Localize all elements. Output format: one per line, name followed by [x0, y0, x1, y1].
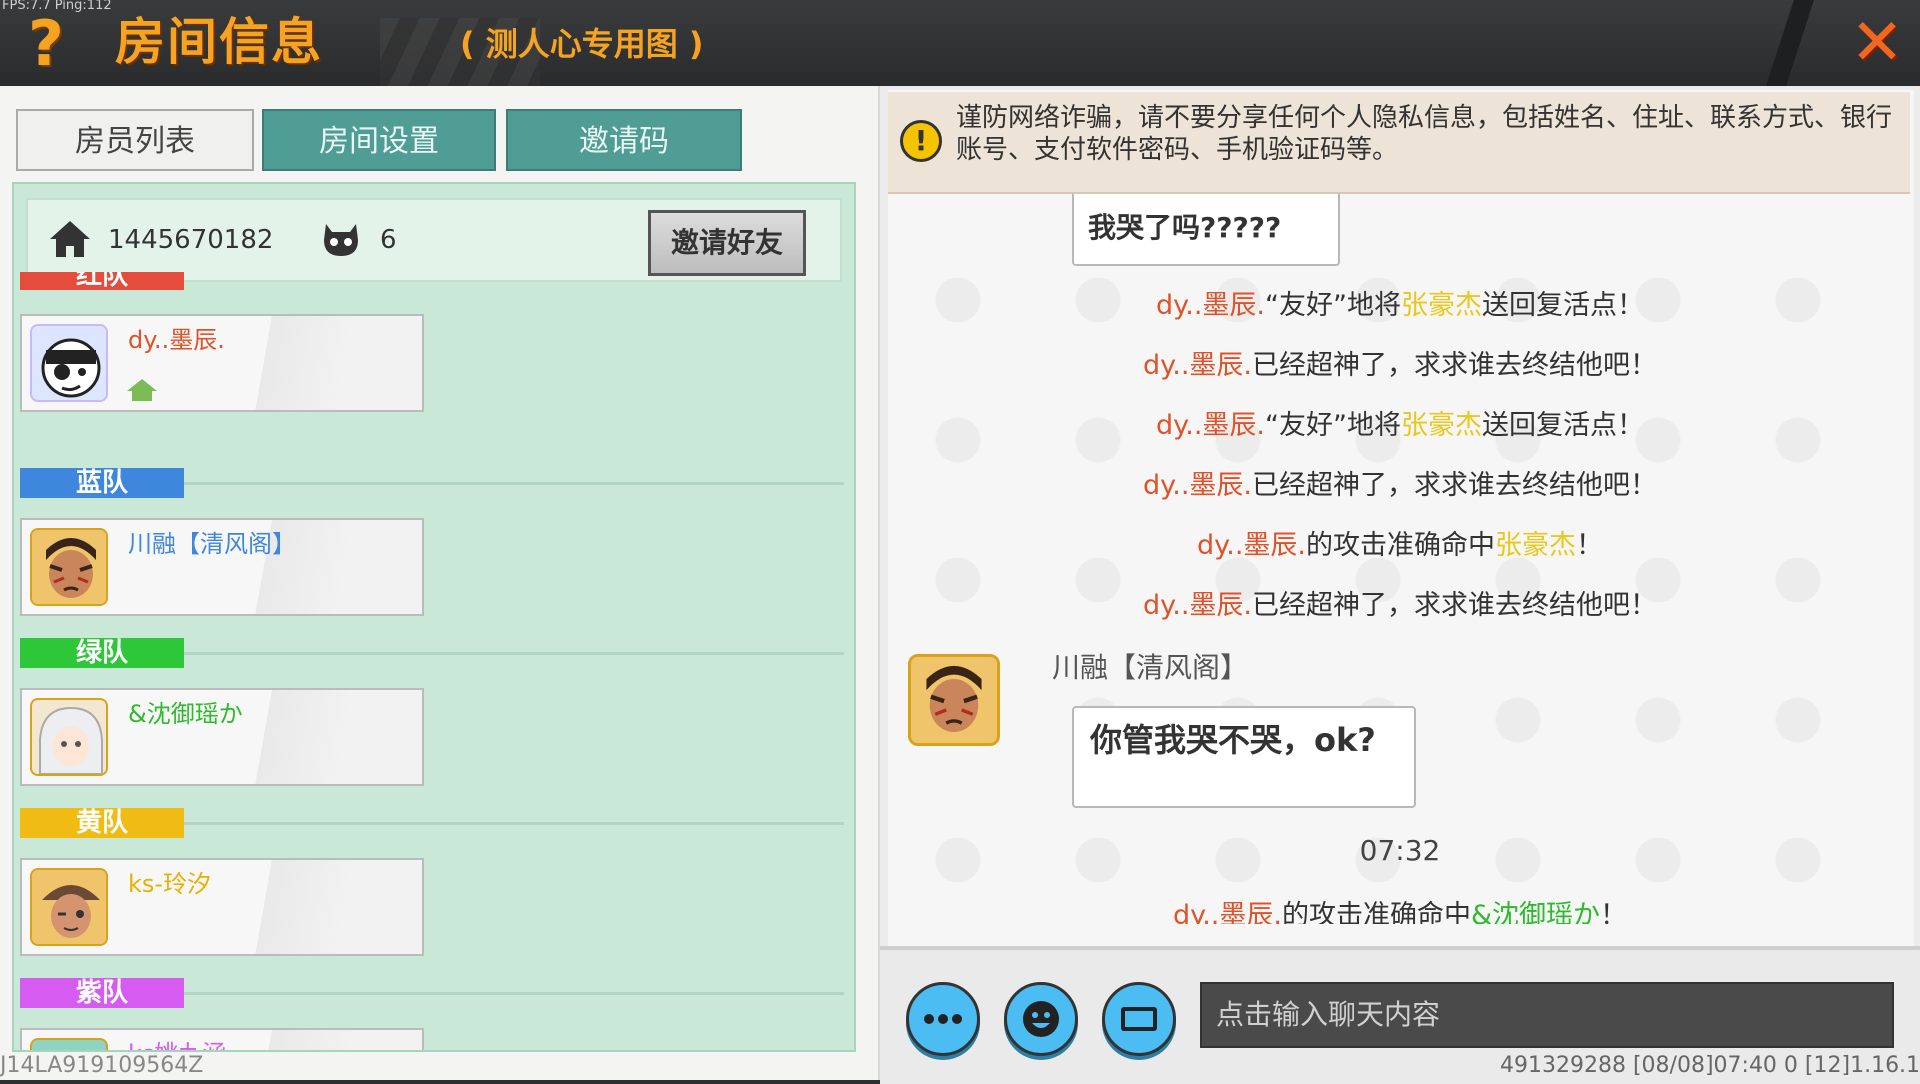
message-text: ！ [1600, 900, 1628, 924]
warning-text: 谨防网络诈骗，请不要分享任何个人隐私信息，包括姓名、住址、联系方式、银行账号、支… [956, 103, 1893, 165]
team-divider [184, 992, 844, 995]
team-header-purple: 紫队 [20, 978, 184, 1008]
message-text: 的攻击准确命中 [1281, 900, 1471, 924]
emoji-button[interactable] [1004, 982, 1078, 1056]
more-icon [924, 1014, 962, 1024]
member-card[interactable]: dy..墨辰. [20, 314, 424, 412]
member-name: dy..墨辰. [128, 326, 225, 354]
more-button[interactable] [906, 982, 980, 1056]
target-name: &沈御瑶か [1470, 900, 1601, 924]
player-name: dy..墨辰. [1196, 530, 1306, 561]
hat-girl-avatar-icon [30, 868, 108, 946]
exclamation-icon: ! [900, 120, 942, 162]
speaker-name: 川融【清风阁】 [1052, 651, 1249, 684]
system-message: dy..墨辰.已经超神了，求求谁去终结他吧！ [900, 466, 1900, 506]
team-divider [184, 822, 844, 825]
member-name: &沈御瑶か [128, 700, 243, 728]
invite-friend-button[interactable]: 邀请好友 [648, 210, 806, 276]
chat-bubble-text: 我哭了吗????? [1088, 211, 1282, 244]
message-text: 送回复活点！ [1482, 410, 1644, 441]
player-count-icon [324, 224, 358, 256]
member-name: ks姚九涵 [128, 1038, 226, 1050]
warrior-avatar-icon[interactable] [908, 654, 1000, 746]
white-hair-avatar-icon [30, 698, 108, 776]
system-message: dy..墨辰.的攻击准确命中&沈御瑶か！ [900, 896, 1900, 924]
home-icon [50, 221, 90, 257]
member-name: ks-玲汐 [128, 870, 212, 898]
message-text: 已经超神了，求求谁去终结他吧！ [1252, 590, 1657, 621]
player-count: 6 [380, 225, 397, 255]
system-message: dy..墨辰.已经超神了，求求谁去终结他吧！ [900, 346, 1900, 386]
message-text: “友好”地将 [1265, 290, 1401, 321]
keyboard-icon [1121, 1007, 1157, 1031]
target-name: 张豪杰 [1401, 410, 1482, 441]
target-name: 张豪杰 [1495, 530, 1576, 561]
player-name: dy..墨辰. [1142, 470, 1252, 501]
chat-bubble: 你管我哭不哭，ok? [1072, 706, 1416, 808]
message-text: 已经超神了，求求谁去终结他吧！ [1252, 350, 1657, 381]
team-header-blue: 蓝队 [20, 468, 184, 498]
member-card[interactable]: ks-玲汐 [20, 858, 424, 956]
map-subtitle: ( 测人心专用图 ) [460, 25, 704, 63]
message-text: 已经超神了，求求谁去终结他吧！ [1252, 470, 1657, 501]
chat-input[interactable]: 点击输入聊天内容 [1200, 982, 1894, 1048]
target-name: 张豪杰 [1401, 290, 1482, 321]
member-list[interactable]: 1445670182 6 邀请好友 红队 dy..墨辰. 蓝队 川融【清风阁】 [12, 182, 856, 1052]
team-header-green: 绿队 [20, 638, 184, 668]
homeowner-icon [127, 379, 157, 401]
keyboard-button[interactable] [1102, 982, 1176, 1056]
room-info-bar: 1445670182 6 邀请好友 [26, 198, 842, 282]
system-message: dy..墨辰.“友好”地将张豪杰送回复活点！ [900, 406, 1900, 446]
member-card[interactable]: ks姚九涵 [20, 1028, 424, 1050]
close-button[interactable]: ✕ [1846, 11, 1908, 75]
pirate-avatar-icon [30, 324, 108, 402]
member-name: 川融【清风阁】 [128, 530, 296, 558]
message-text: 送回复活点！ [1482, 290, 1644, 321]
room-panel: 房员列表 房间设置 邀请码 1445670182 6 邀请好友 红队 dy..墨… [0, 86, 880, 1080]
member-card[interactable]: &沈御瑶か [20, 688, 424, 786]
room-id: 1445670182 [108, 225, 274, 255]
message-text: ！ [1576, 530, 1603, 561]
team-header-red: 红队 [20, 272, 184, 290]
player-name: dy..墨辰. [1142, 350, 1252, 381]
tab-invite-code[interactable]: 邀请码 [506, 109, 742, 171]
player-name: dy..墨辰. [1156, 290, 1266, 321]
chat-bubble-text: 你管我哭不哭，ok? [1090, 721, 1376, 759]
team-divider [184, 482, 844, 485]
chat-history[interactable]: 我哭了吗????? [888, 90, 1914, 946]
message-text: 的攻击准确命中 [1306, 530, 1495, 561]
player-name: dy..墨辰. [1156, 410, 1266, 441]
device-id: J14LA919109564Z [0, 1053, 204, 1078]
player-name: dy..墨辰. [1172, 900, 1282, 924]
team-divider [184, 652, 844, 655]
avatar-icon [30, 1038, 108, 1050]
tab-member-list[interactable]: 房员列表 [16, 109, 254, 171]
system-message: dy..墨辰.“友好”地将张豪杰送回复活点！ [900, 286, 1900, 326]
fraud-warning-banner: ! 谨防网络诈骗，请不要分享任何个人隐私信息，包括姓名、住址、联系方式、银行账号… [888, 92, 1910, 194]
member-card[interactable]: 川融【清风阁】 [20, 518, 424, 616]
system-message: dy..墨辰.的攻击准确命中张豪杰！ [900, 526, 1900, 566]
emoji-icon [1023, 1001, 1059, 1037]
tab-room-settings[interactable]: 房间设置 [262, 109, 496, 171]
version-info: 491329288 [08/08]07:40 0 [12]1.16.1 [1500, 1053, 1920, 1078]
message-text: “友好”地将 [1265, 410, 1401, 441]
chat-timestamp: 07:32 [1359, 834, 1441, 867]
warrior-avatar-icon [30, 528, 108, 606]
player-name: dy..墨辰. [1142, 590, 1252, 621]
help-button[interactable]: ? [16, 8, 76, 80]
team-header-yellow: 黄队 [20, 808, 184, 838]
system-message: dy..墨辰.已经超神了，求求谁去终结他吧！ [900, 586, 1900, 626]
page-title: 房间信息 [115, 13, 323, 71]
